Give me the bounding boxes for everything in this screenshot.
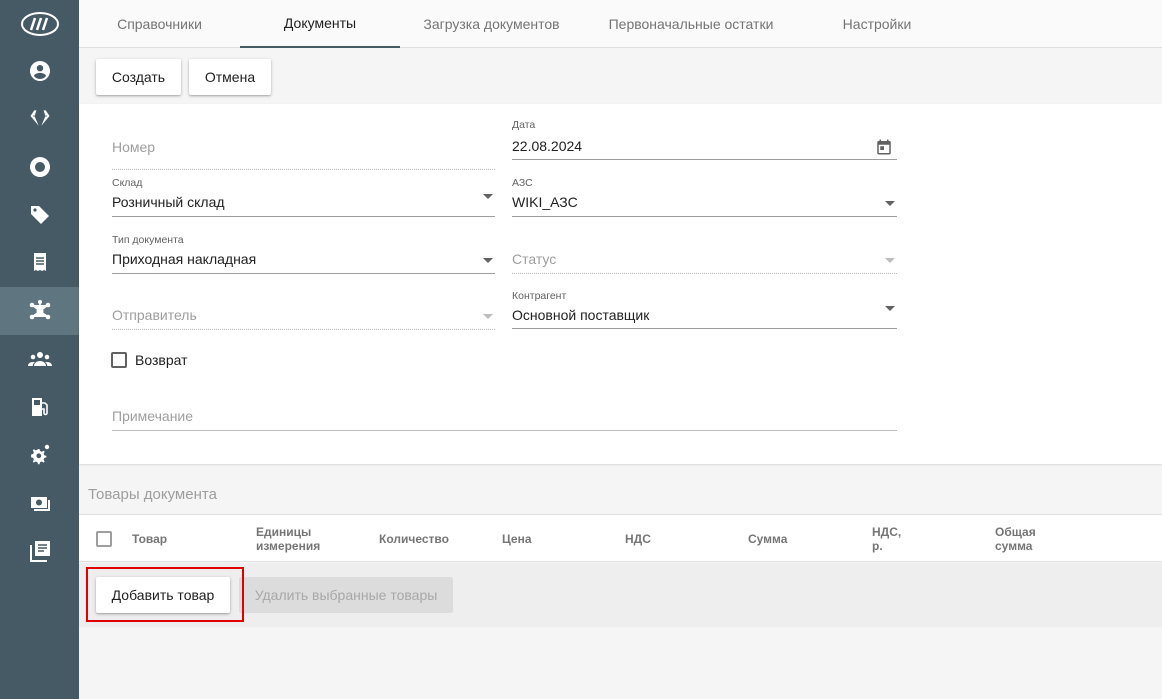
lifebuoy-icon[interactable] [0, 143, 79, 191]
counterparty-select[interactable]: Контрагент Основной поставщик [512, 286, 897, 329]
sender-select[interactable]: Отправитель [112, 286, 495, 330]
diamond-icon[interactable] [0, 95, 79, 143]
chevron-down-icon[interactable] [483, 314, 493, 319]
field-underline [512, 328, 897, 329]
field-underline [512, 216, 897, 217]
warehouse-value: Розничный склад [112, 194, 225, 210]
tags-icon[interactable] [0, 191, 79, 239]
document-form: Номер Дата 22.08.2024 Склад Розничный ск… [79, 104, 1162, 464]
column-header-vat[interactable]: НДС [625, 532, 651, 546]
tab-label: Загрузка документов [423, 16, 560, 32]
receipt-icon[interactable] [0, 239, 79, 287]
tab-settings[interactable]: Настройки [799, 0, 955, 48]
tab-label: Первоначальные остатки [608, 16, 774, 32]
column-header-quantity[interactable]: Количество [379, 532, 449, 546]
return-checkbox[interactable]: Возврат [111, 352, 188, 368]
sidebar [0, 0, 79, 699]
document-type-label: Тип документа [112, 234, 184, 246]
field-underline [512, 273, 897, 274]
network-icon[interactable] [0, 287, 79, 335]
goods-section-title: Товары документа [88, 486, 217, 503]
column-header-price[interactable]: Цена [502, 532, 532, 546]
account-icon[interactable] [0, 47, 79, 95]
users-icon[interactable] [0, 335, 79, 383]
add-product-button[interactable]: Добавить товар [96, 577, 230, 613]
document-type-select[interactable]: Тип документа Приходная накладная [112, 230, 495, 274]
number-placeholder: Номер [112, 139, 156, 155]
column-header-product[interactable]: Товар [132, 532, 167, 546]
chevron-down-icon[interactable] [885, 201, 895, 206]
gears-icon[interactable] [0, 431, 79, 479]
calendar-icon[interactable] [875, 138, 893, 156]
toolbar: Создать Отмена [79, 48, 1162, 104]
tab-directories[interactable]: Справочники [79, 0, 240, 48]
column-header-vat-rub[interactable]: НДС, р. [872, 525, 901, 553]
station-label: АЗС [512, 177, 533, 189]
status-placeholder: Статус [512, 251, 557, 267]
cash-register-icon[interactable] [0, 479, 79, 527]
column-header-total[interactable]: Общая сумма [995, 525, 1036, 553]
station-value: WIKI_АЗС [512, 194, 578, 210]
tab-documents[interactable]: Документы [240, 0, 400, 48]
tab-label: Документы [283, 15, 357, 31]
warehouse-select[interactable]: Склад Розничный склад [112, 173, 495, 217]
return-label: Возврат [135, 352, 188, 368]
chevron-down-icon[interactable] [885, 306, 895, 311]
create-button[interactable]: Создать [96, 59, 181, 95]
sender-placeholder: Отправитель [112, 307, 197, 323]
station-select[interactable]: АЗС WIKI_АЗС [512, 173, 897, 217]
delete-selected-button: Удалить выбранные товары [239, 577, 453, 613]
checkbox-box[interactable] [111, 352, 127, 368]
warehouse-label: Склад [112, 177, 143, 189]
cancel-button[interactable]: Отмена [189, 59, 271, 95]
logo-icon[interactable] [0, 0, 79, 48]
field-underline [512, 159, 897, 160]
goods-table-header: Товар Единицы измерения Количество Цена Н… [79, 514, 1162, 562]
tab-label: Настройки [842, 16, 912, 32]
tab-initial-balances[interactable]: Первоначальные остатки [583, 0, 799, 48]
note-field[interactable]: Примечание [112, 386, 897, 431]
library-icon[interactable] [0, 527, 79, 575]
tab-label: Справочники [117, 16, 202, 32]
document-type-value: Приходная накладная [112, 251, 257, 267]
chevron-down-icon[interactable] [885, 258, 895, 263]
field-underline [112, 430, 897, 431]
field-underline [112, 329, 495, 330]
date-field[interactable]: Дата 22.08.2024 [512, 110, 897, 160]
date-label: Дата [512, 119, 536, 131]
fuel-pump-icon[interactable] [0, 383, 79, 431]
column-header-sum[interactable]: Сумма [748, 532, 787, 546]
note-placeholder: Примечание [112, 408, 194, 424]
date-value: 22.08.2024 [512, 138, 583, 154]
counterparty-label: Контрагент [512, 290, 567, 302]
column-header-units[interactable]: Единицы измерения [256, 525, 320, 553]
number-field[interactable]: Номер [112, 120, 495, 170]
status-select[interactable]: Статус [512, 230, 897, 274]
tab-bar: Справочники Документы Загрузка документо… [79, 0, 1162, 48]
field-underline [112, 273, 495, 274]
chevron-down-icon[interactable] [483, 194, 493, 199]
field-underline [112, 169, 495, 170]
select-all-checkbox[interactable] [96, 531, 112, 547]
chevron-down-icon[interactable] [483, 258, 493, 263]
counterparty-value: Основной поставщик [512, 307, 650, 323]
goods-actions: Добавить товар Удалить выбранные товары [79, 563, 1162, 627]
field-underline [112, 216, 495, 217]
tab-document-upload[interactable]: Загрузка документов [400, 0, 583, 48]
